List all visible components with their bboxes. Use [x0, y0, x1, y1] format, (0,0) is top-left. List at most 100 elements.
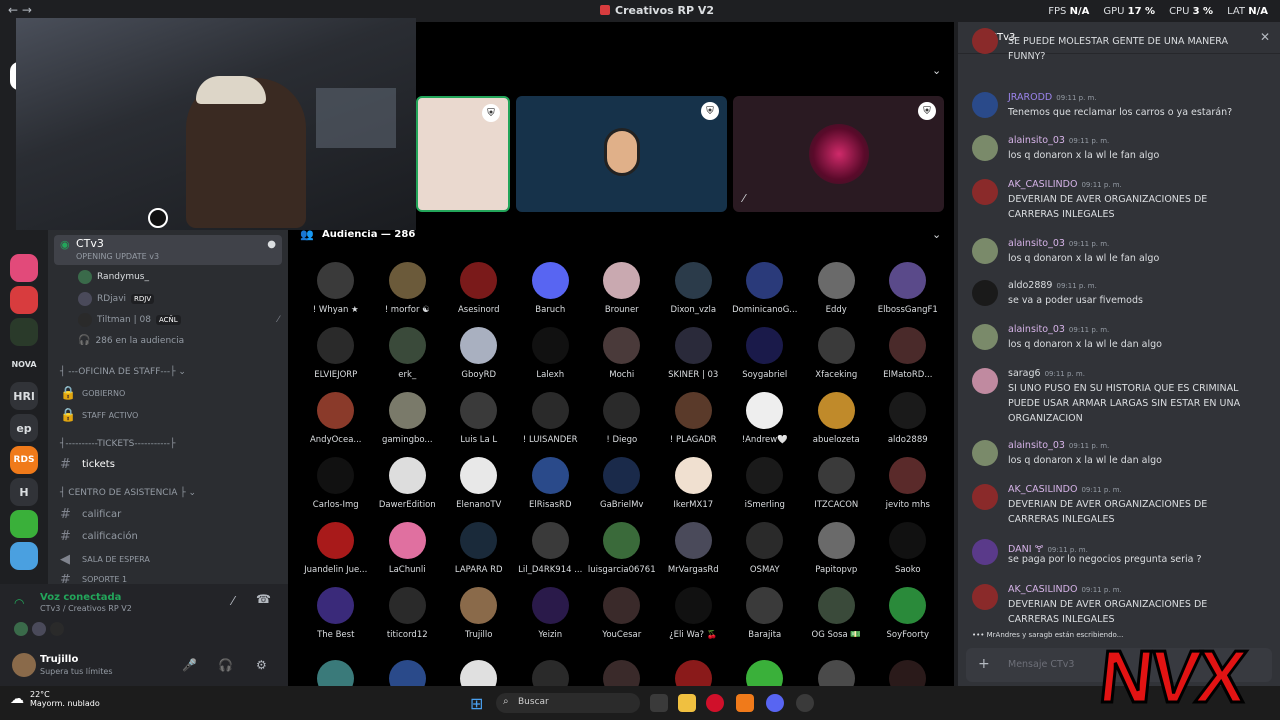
avatar[interactable] — [972, 484, 998, 510]
avatar[interactable] — [972, 92, 998, 118]
server-icon[interactable] — [10, 286, 38, 314]
channel-calificar[interactable]: # calificar — [60, 507, 121, 522]
headphones-icon[interactable]: 🎧 — [218, 658, 233, 672]
voice-user[interactable]: Tiltman | 08 ACÑL ⁄ — [78, 313, 279, 327]
server-rds[interactable]: RDS — [10, 446, 38, 474]
voice-connected-label[interactable]: Voz conectada — [40, 592, 121, 603]
message-author[interactable]: alainsito_03 09:11 p. m. — [1008, 135, 1109, 146]
audience-member[interactable]: ITZCACON — [801, 457, 873, 511]
message-author[interactable]: AK_CASILINDO 09:11 p. m. — [1008, 584, 1122, 595]
speaker-tile[interactable]: ⛨ — [416, 96, 510, 212]
audience-member[interactable]: ElenanoTV — [443, 457, 515, 511]
category-asistencia[interactable]: ┤ CENTRO DE ASISTENCIA ├ ⌄ — [60, 488, 196, 498]
author-name[interactable]: JRARODD — [1008, 92, 1052, 103]
stage-muted-icon[interactable]: ⁄ — [232, 594, 234, 608]
audience-member[interactable]: Mochi — [586, 327, 658, 381]
audience-member[interactable]: LaChunli — [372, 522, 444, 576]
add-attachment-icon[interactable]: + — [978, 656, 990, 672]
audience-member[interactable]: Carlos-Img — [300, 457, 372, 511]
message-author[interactable]: sarag6 09:11 p. m. — [1008, 368, 1085, 379]
message-author[interactable]: aldo2889 09:11 p. m. — [1008, 280, 1097, 291]
message-placeholder[interactable]: Mensaje CTv3 — [1008, 659, 1074, 670]
server-nova[interactable]: NOVA — [10, 350, 38, 378]
server-hrl[interactable]: HRl — [10, 382, 38, 410]
author-name[interactable]: alainsito_03 — [1008, 238, 1065, 249]
server-h[interactable]: H — [10, 478, 38, 506]
audience-member[interactable]: Asesinord — [443, 262, 515, 316]
author-name[interactable]: aldo2889 — [1008, 280, 1052, 291]
audience-member[interactable]: Dixon_vzla — [658, 262, 730, 316]
audience-member[interactable]: DominicanoG... — [729, 262, 801, 316]
message-author[interactable]: alainsito_03 09:11 p. m. — [1008, 440, 1109, 451]
channel-sala-espera[interactable]: ◀ SALA DE ESPERA — [60, 552, 150, 567]
audience-member[interactable]: gamingbo... — [372, 392, 444, 446]
speaker-tile[interactable]: ⛨ — [516, 96, 727, 212]
audience-member[interactable]: SoyFoorty — [872, 587, 944, 641]
audience-member[interactable]: IkerMX17 — [658, 457, 730, 511]
audience-member[interactable]: ! Whyan ★ — [300, 262, 372, 316]
avatar[interactable] — [972, 135, 998, 161]
audience-member[interactable]: jevito mhs — [872, 457, 944, 511]
audience-member[interactable]: OG Sosa 💵 — [801, 587, 873, 641]
user-avatar[interactable] — [12, 653, 36, 677]
channel-tickets[interactable]: # tickets — [60, 457, 115, 472]
audience-member[interactable]: GboyRD — [443, 327, 515, 381]
audience-member[interactable]: !Andrew🤍 — [729, 392, 801, 446]
chevron-down-icon[interactable]: ⌄ — [932, 64, 941, 77]
audience-member[interactable]: erk_ — [372, 327, 444, 381]
audience-member[interactable]: Xfaceking — [801, 327, 873, 381]
task-view-icon[interactable] — [650, 694, 668, 712]
category-staff[interactable]: ┤ ---OFICINA DE STAFF---├ ⌄ — [60, 367, 186, 377]
audience-member[interactable]: Barajita — [729, 587, 801, 641]
audience-member[interactable]: Trujillo — [443, 587, 515, 641]
avatar[interactable] — [972, 179, 998, 205]
audience-member[interactable]: aldo2889 — [872, 392, 944, 446]
speaker-tile[interactable]: ⛨ ⁄ — [733, 96, 944, 212]
audience-member[interactable]: Luis La L — [443, 392, 515, 446]
avatar[interactable] — [972, 324, 998, 350]
audience-member[interactable]: ElMatoRD... — [872, 327, 944, 381]
weather-widget[interactable]: ☁ 22°C Mayorm. nublado — [10, 690, 100, 708]
audience-member[interactable]: DawerEdition — [372, 457, 444, 511]
audience-member[interactable]: Yeizin — [515, 587, 587, 641]
audience-member[interactable]: Lil_D4RK914 ... — [515, 522, 587, 576]
audience-member[interactable]: ! Diego — [586, 392, 658, 446]
audience-member[interactable]: AndyOcea... — [300, 392, 372, 446]
audience-member[interactable]: ! LUISANDER — [515, 392, 587, 446]
disconnect-icon[interactable]: ☎ — [256, 592, 271, 606]
close-icon[interactable]: ✕ — [1260, 30, 1270, 44]
app-icon[interactable] — [736, 694, 754, 712]
audience-member[interactable]: iSmerling — [729, 457, 801, 511]
audience-member[interactable]: titicord12 — [372, 587, 444, 641]
author-name[interactable]: AK_CASILINDO — [1008, 484, 1077, 495]
server-ep[interactable]: ep — [10, 414, 38, 442]
avatar[interactable] — [972, 440, 998, 466]
channel-soporte[interactable]: # SOPORTE 1 — [60, 574, 127, 584]
message-author[interactable]: AK_CASILINDO 09:11 p. m. — [1008, 484, 1122, 495]
back-forward-icons[interactable]: ← → — [8, 3, 32, 17]
audience-member[interactable]: ELVIEJORP — [300, 327, 372, 381]
opera-icon[interactable] — [706, 694, 724, 712]
author-name[interactable]: alainsito_03 — [1008, 324, 1065, 335]
chevron-down-icon[interactable]: ⌄ — [932, 228, 941, 241]
server-icon[interactable] — [10, 510, 38, 538]
voice-user[interactable]: Randymus_ — [78, 270, 149, 284]
channel-gobierno[interactable]: 🔒 GOBIERNO — [60, 386, 125, 401]
audience-member[interactable]: Baruch — [515, 262, 587, 316]
audience-member[interactable]: The Best — [300, 587, 372, 641]
audience-member[interactable]: Saoko — [872, 522, 944, 576]
avatar[interactable] — [972, 28, 998, 54]
avatar[interactable] — [972, 368, 998, 394]
author-name[interactable]: sarag6 — [1008, 368, 1041, 379]
author-name[interactable]: AK_CASILINDO — [1008, 179, 1077, 190]
channel-staff-activo[interactable]: 🔒 STAFF ACTIVO — [60, 408, 138, 423]
audience-member[interactable]: Lalexh — [515, 327, 587, 381]
author-name[interactable]: alainsito_03 — [1008, 135, 1065, 146]
audience-member[interactable]: abuelozeta — [801, 392, 873, 446]
audience-member[interactable]: GaBrielMv — [586, 457, 658, 511]
server-icon[interactable] — [10, 254, 38, 282]
mic-muted-icon[interactable]: 🎤 — [182, 658, 197, 672]
audience-member[interactable]: ElRisasRD — [515, 457, 587, 511]
avatar[interactable] — [972, 584, 998, 610]
windows-start-icon[interactable]: ⊞ — [470, 694, 483, 713]
